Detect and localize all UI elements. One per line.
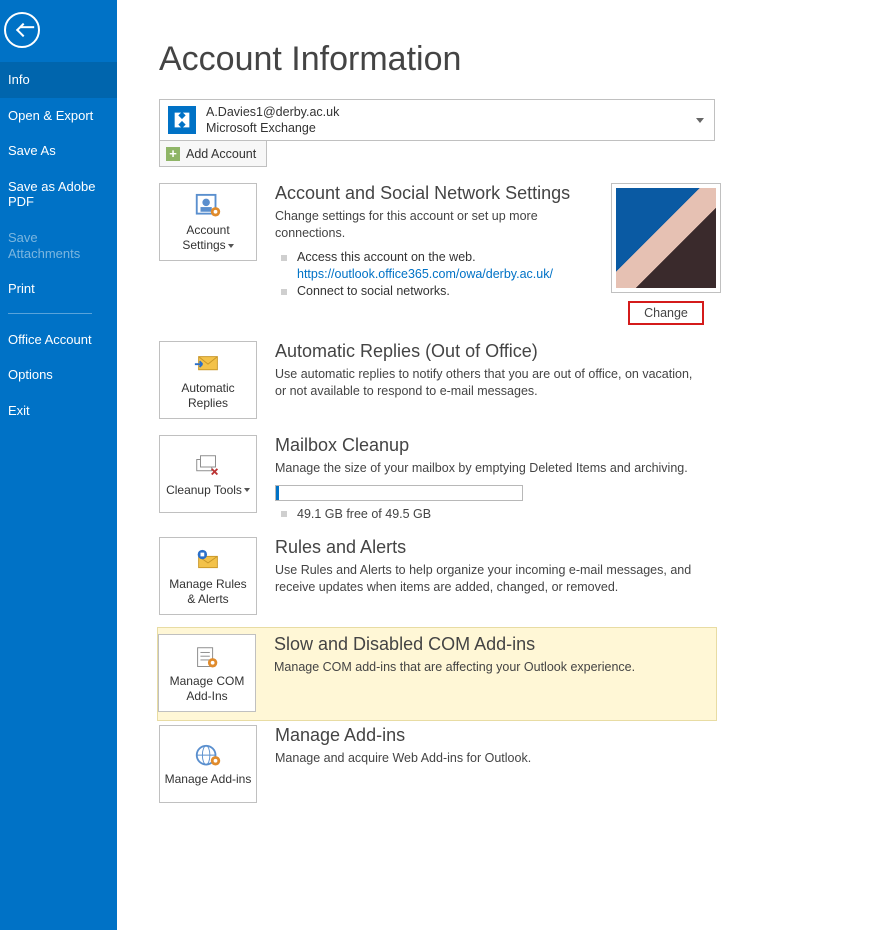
plus-icon: +	[166, 147, 180, 161]
auto-replies-title: Automatic Replies (Out of Office)	[275, 341, 719, 362]
account-selector[interactable]: A.Davies1@derby.ac.uk Microsoft Exchange	[159, 99, 715, 141]
nav-info[interactable]: Info	[0, 62, 117, 98]
nav-save-as[interactable]: Save As	[0, 133, 117, 169]
rules-title: Rules and Alerts	[275, 537, 719, 558]
nav-save-adobe-pdf[interactable]: Save as Adobe PDF	[0, 169, 117, 220]
section-addins: Manage Add-ins Manage Add-ins Manage and…	[159, 721, 719, 815]
account-settings-bullets: Access this account on the web. https://…	[275, 250, 585, 298]
section-account-settings: Account Settings Account and Social Netw…	[159, 179, 893, 337]
owa-link-row: https://outlook.office365.com/owa/derby.…	[275, 267, 585, 281]
back-button[interactable]	[4, 12, 40, 48]
nav-exit[interactable]: Exit	[0, 393, 117, 429]
section-auto-replies: Automatic Replies Automatic Replies (Out…	[159, 337, 719, 431]
manage-addins-icon	[193, 742, 223, 768]
section-rules: Manage Rules & Alerts Rules and Alerts U…	[159, 533, 719, 627]
com-addins-desc: Manage COM add-ins that are affecting yo…	[274, 659, 710, 676]
change-photo-button[interactable]: Change	[628, 301, 704, 325]
nav-office-account[interactable]: Office Account	[0, 322, 117, 358]
account-settings-title: Account and Social Network Settings	[275, 183, 585, 204]
manage-addins-button[interactable]: Manage Add-ins	[159, 725, 257, 803]
nav-options[interactable]: Options	[0, 357, 117, 393]
profile-photo	[611, 183, 721, 293]
rules-desc: Use Rules and Alerts to help organize yo…	[275, 562, 715, 596]
cleanup-desc: Manage the size of your mailbox by empty…	[275, 460, 705, 477]
cleanup-tools-icon	[193, 453, 223, 479]
account-settings-label: Account Settings	[164, 223, 252, 253]
cleanup-tools-button[interactable]: Cleanup Tools	[159, 435, 257, 513]
manage-addins-label: Manage Add-ins	[165, 772, 252, 787]
automatic-replies-label: Automatic Replies	[164, 381, 252, 411]
nav-print[interactable]: Print	[0, 271, 117, 307]
section-com-addins: Manage COM Add-Ins Slow and Disabled COM…	[157, 627, 717, 721]
mailbox-usage-bar	[275, 485, 523, 501]
automatic-replies-icon	[193, 351, 223, 377]
bullet-social: Connect to social networks.	[275, 284, 585, 298]
account-settings-icon	[193, 193, 223, 219]
bullet-owa: Access this account on the web.	[275, 250, 585, 264]
section-cleanup: Cleanup Tools Mailbox Cleanup Manage the…	[159, 431, 719, 533]
automatic-replies-button[interactable]: Automatic Replies	[159, 341, 257, 419]
page-title: Account Information	[159, 40, 893, 79]
back-arrow-icon	[16, 23, 30, 37]
add-account-label: Add Account	[186, 147, 256, 161]
nav-save-attachments: Save Attachments	[0, 220, 117, 271]
account-settings-desc: Change settings for this account or set …	[275, 208, 585, 242]
manage-com-addins-button[interactable]: Manage COM Add-Ins	[158, 634, 256, 712]
chevron-down-icon	[696, 118, 704, 123]
main-content: Account Information A.Davies1@derby.ac.u…	[117, 0, 893, 930]
manage-rules-icon	[193, 547, 223, 573]
addins-desc: Manage and acquire Web Add-ins for Outlo…	[275, 750, 715, 767]
nav-open-export[interactable]: Open & Export	[0, 98, 117, 134]
com-addins-title: Slow and Disabled COM Add-ins	[274, 634, 710, 655]
account-settings-button[interactable]: Account Settings	[159, 183, 257, 261]
profile-photo-column: Change	[611, 183, 721, 325]
cleanup-title: Mailbox Cleanup	[275, 435, 719, 456]
addins-title: Manage Add-ins	[275, 725, 719, 746]
mailbox-usage-fill	[276, 486, 279, 500]
auto-replies-desc: Use automatic replies to notify others t…	[275, 366, 705, 400]
manage-com-addins-icon	[192, 644, 222, 670]
nav-divider	[8, 313, 92, 314]
owa-link[interactable]: https://outlook.office365.com/owa/derby.…	[297, 267, 553, 281]
profile-photo-image	[616, 188, 716, 288]
backstage-sidebar: Info Open & Export Save As Save as Adobe…	[0, 0, 117, 930]
exchange-icon	[168, 106, 196, 134]
mailbox-usage-text: 49.1 GB free of 49.5 GB	[275, 507, 719, 521]
account-email: A.Davies1@derby.ac.uk	[206, 104, 339, 120]
add-account-button[interactable]: + Add Account	[159, 141, 267, 167]
manage-rules-label: Manage Rules & Alerts	[164, 577, 252, 607]
nav-top: Info Open & Export Save As Save as Adobe…	[0, 62, 117, 429]
cleanup-tools-label: Cleanup Tools	[166, 483, 250, 498]
manage-rules-button[interactable]: Manage Rules & Alerts	[159, 537, 257, 615]
account-type: Microsoft Exchange	[206, 120, 339, 136]
account-lines: A.Davies1@derby.ac.uk Microsoft Exchange	[206, 104, 339, 137]
manage-com-addins-label: Manage COM Add-Ins	[163, 674, 251, 704]
